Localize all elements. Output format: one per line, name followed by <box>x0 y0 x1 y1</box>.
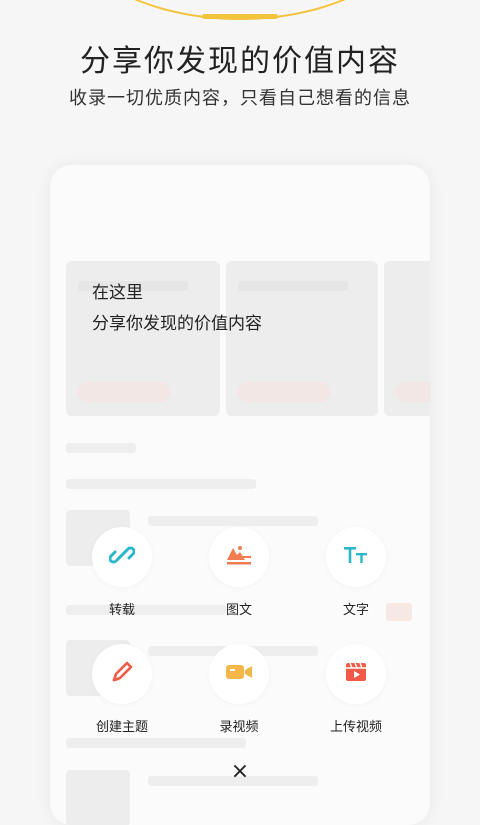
tooltip-line-2: 分享你发现的价值内容 <box>92 314 262 334</box>
image-text-icon <box>225 542 253 572</box>
text-icon <box>342 542 370 572</box>
section-header <box>66 443 136 453</box>
upload-video-button[interactable]: 上传视频 <box>306 644 406 735</box>
list-heading <box>66 479 256 489</box>
upload-video-icon <box>343 659 369 689</box>
create-topic-button[interactable]: 创建主题 <box>72 644 172 735</box>
repost-button[interactable]: 转载 <box>72 527 172 618</box>
pencil-icon <box>109 659 135 689</box>
text-post-button[interactable]: 文字 <box>306 527 406 618</box>
guide-tooltip: 在这里 分享你发现的价值内容 <box>92 278 262 340</box>
repost-label: 转载 <box>108 603 135 618</box>
image-text-label: 图文 <box>225 603 252 618</box>
close-icon[interactable]: × <box>229 761 251 783</box>
link-icon <box>108 542 136 572</box>
page-subtitle: 收录一切优质内容，只看自己想看的信息 <box>69 88 411 109</box>
video-camera-icon <box>224 660 254 688</box>
featured-card <box>384 261 430 416</box>
decorative-bar <box>202 14 278 19</box>
create-topic-label: 创建主题 <box>95 720 148 735</box>
image-text-button[interactable]: 图文 <box>189 527 289 618</box>
tooltip-line-1: 在这里 <box>92 283 143 303</box>
upload-video-label: 上传视频 <box>329 720 382 735</box>
list-heading <box>66 738 246 748</box>
record-video-label: 录视频 <box>219 720 259 735</box>
record-video-button[interactable]: 录视频 <box>189 644 289 735</box>
text-post-label: 文字 <box>342 603 369 618</box>
page-title: 分享你发现的价值内容 <box>80 44 400 79</box>
